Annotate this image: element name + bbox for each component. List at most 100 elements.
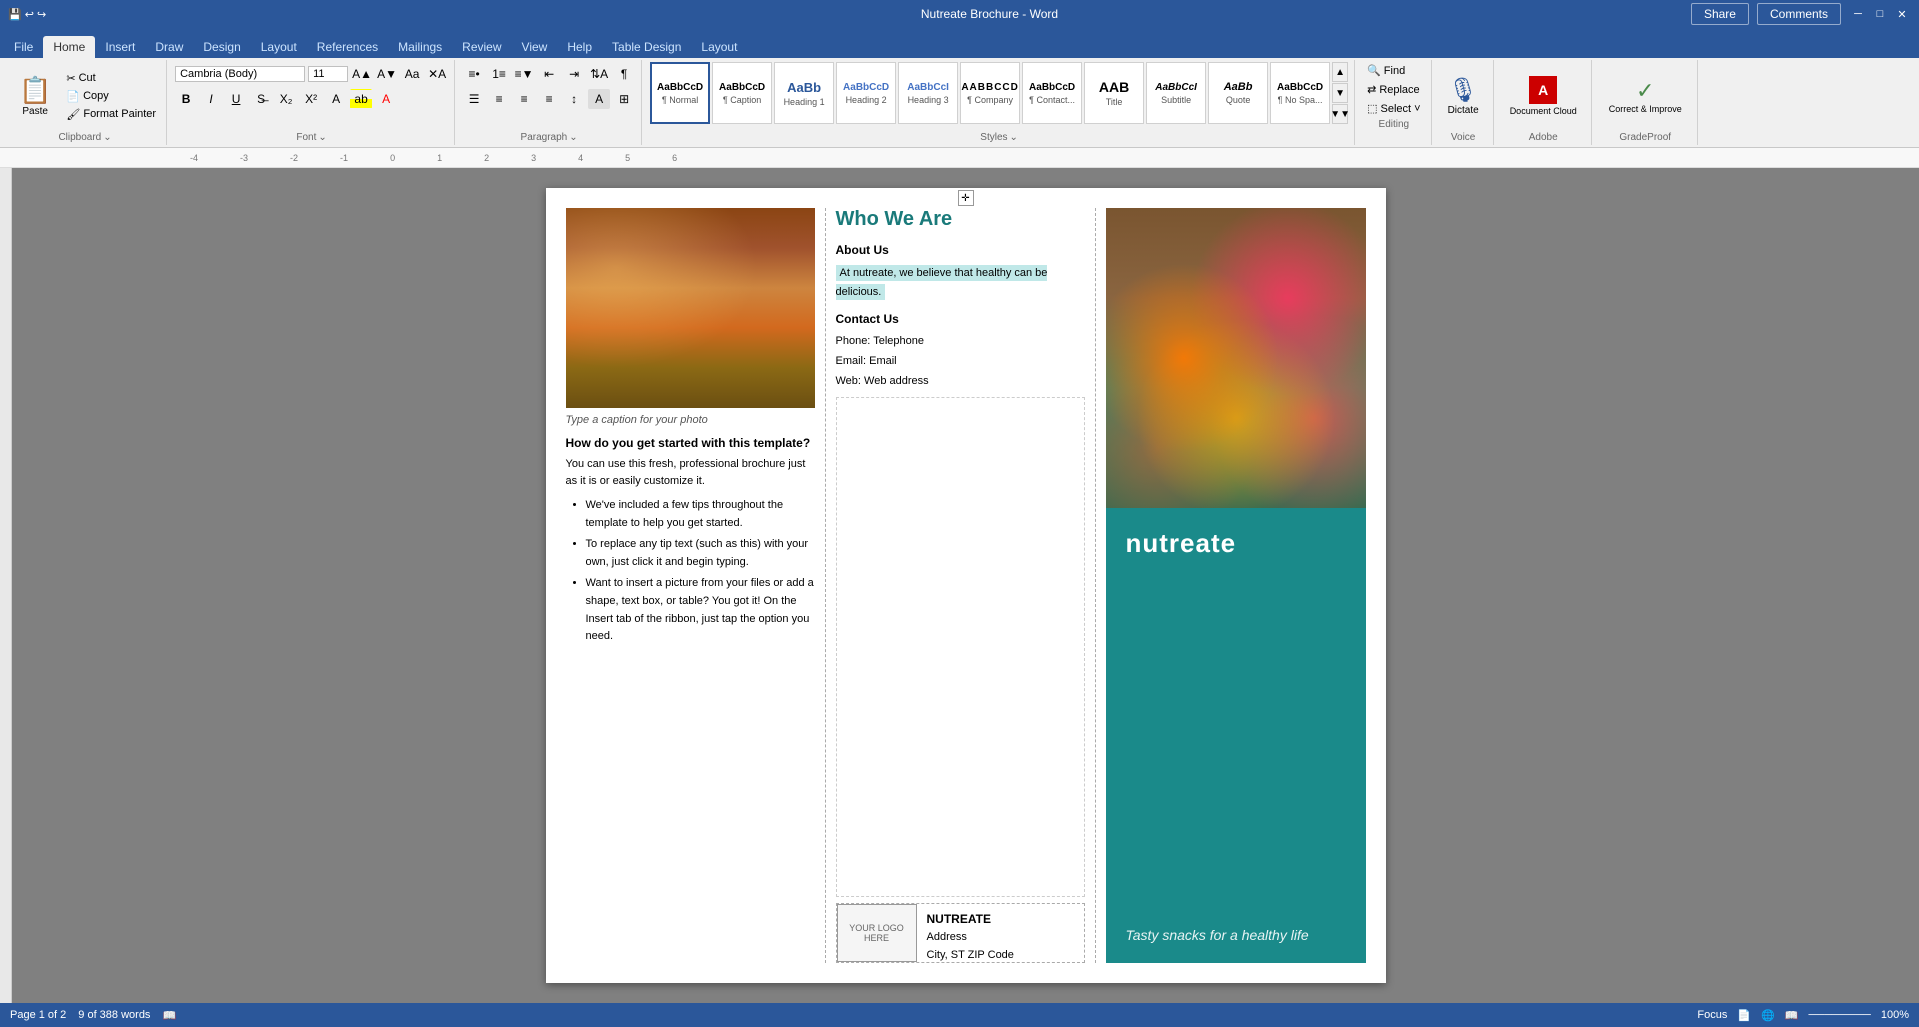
tab-file[interactable]: File xyxy=(4,36,43,58)
document-cloud-button[interactable]: A Document Cloud xyxy=(1502,72,1585,120)
tab-layout[interactable]: Layout xyxy=(251,36,307,58)
styles-scroll-up[interactable]: ▲ xyxy=(1332,62,1348,82)
multilevel-list-button[interactable]: ≡▼ xyxy=(513,64,535,84)
decrease-indent-button[interactable]: ⇤ xyxy=(538,64,560,84)
about-text[interactable]: At nutreate, we believe that healthy can… xyxy=(836,263,1085,300)
style-heading3[interactable]: AaBbCcI Heading 3 xyxy=(898,62,958,124)
replace-button[interactable]: ⇄ Replace xyxy=(1363,81,1424,98)
italic-button[interactable]: I xyxy=(200,89,222,109)
view-web-icon[interactable]: 🌐 xyxy=(1761,1009,1775,1022)
tab-mailings[interactable]: Mailings xyxy=(388,36,452,58)
brand-name[interactable]: nutreate xyxy=(1126,528,1346,559)
subscript-button[interactable]: X₂ xyxy=(275,89,297,109)
numbering-button[interactable]: 1≡ xyxy=(488,64,510,84)
about-us-heading[interactable]: About Us xyxy=(836,243,1085,257)
font-name-select[interactable] xyxy=(175,66,305,82)
style-heading1[interactable]: AaBb Heading 1 xyxy=(774,62,834,124)
tab-home[interactable]: Home xyxy=(43,36,95,58)
sort-button[interactable]: ⇅A xyxy=(588,64,610,84)
text-effects-button[interactable]: A xyxy=(325,89,347,109)
styles-expand[interactable]: ▼▼ xyxy=(1332,104,1348,124)
style-subtitle[interactable]: AaBbCcI Subtitle xyxy=(1146,62,1206,124)
tab-references[interactable]: References xyxy=(307,36,388,58)
close-button[interactable]: ✕ xyxy=(1893,7,1911,21)
bullet-item-3[interactable]: Want to insert a picture from your files… xyxy=(586,575,815,645)
find-button[interactable]: 🔍 Find xyxy=(1363,62,1424,79)
style-no-space[interactable]: AaBbCcD ¶ No Spa... xyxy=(1270,62,1330,124)
who-we-are-heading[interactable]: Who We Are xyxy=(836,208,1085,231)
zoom-slider[interactable]: ──────── xyxy=(1809,1009,1871,1021)
canvas-area[interactable]: ✛ Type a caption for your photo How do y… xyxy=(12,168,1919,1003)
font-grow-button[interactable]: A▲ xyxy=(351,64,373,84)
template-intro[interactable]: You can use this fresh, professional bro… xyxy=(566,456,815,489)
borders-button[interactable]: ⊞ xyxy=(613,89,635,109)
clear-format-button[interactable]: ✕A xyxy=(426,64,448,84)
address-line[interactable]: Address xyxy=(927,929,1074,947)
copy-button[interactable]: 📄 Copy xyxy=(62,88,160,105)
phone-info[interactable]: Phone: Telephone xyxy=(836,332,1085,352)
company-name[interactable]: NUTREATE xyxy=(927,910,1074,929)
contact-us-heading[interactable]: Contact Us xyxy=(836,312,1085,326)
bold-button[interactable]: B xyxy=(175,89,197,109)
tab-layout2[interactable]: Layout xyxy=(691,36,747,58)
tab-draw[interactable]: Draw xyxy=(145,36,193,58)
style-contact[interactable]: AaBbCcD ¶ Contact... xyxy=(1022,62,1082,124)
align-left-button[interactable]: ☰ xyxy=(463,89,485,109)
format-painter-button[interactable]: 🖌 Format Painter xyxy=(62,106,160,123)
style-heading2[interactable]: AaBbCcD Heading 2 xyxy=(836,62,896,124)
show-marks-button[interactable]: ¶ xyxy=(613,64,635,84)
dictate-button[interactable]: 🎙 Dictate xyxy=(1440,72,1487,120)
bullet-item-1[interactable]: We've included a few tips throughout the… xyxy=(586,497,815,532)
tab-review[interactable]: Review xyxy=(452,36,511,58)
view-print-icon[interactable]: 📄 xyxy=(1737,1009,1751,1022)
tab-view[interactable]: View xyxy=(512,36,558,58)
style-title[interactable]: AAB Title xyxy=(1084,62,1144,124)
style-normal[interactable]: AaBbCcD ¶ Normal xyxy=(650,62,710,124)
change-case-button[interactable]: Aa xyxy=(401,64,423,84)
underline-button[interactable]: U xyxy=(225,89,247,109)
strikethrough-button[interactable]: S̶ xyxy=(250,89,272,109)
font-size-select[interactable] xyxy=(308,66,348,82)
text-highlight-button[interactable]: ab xyxy=(350,89,372,109)
correct-improve-button[interactable]: ✓ Correct & Improve xyxy=(1600,73,1691,119)
select-button[interactable]: ⬚ Select ˅ xyxy=(1363,100,1424,117)
tab-design[interactable]: Design xyxy=(193,36,250,58)
template-question[interactable]: How do you get started with this templat… xyxy=(566,436,815,450)
tab-help[interactable]: Help xyxy=(557,36,602,58)
bullets-button[interactable]: ≡• xyxy=(463,64,485,84)
align-center-button[interactable]: ≡ xyxy=(488,89,510,109)
superscript-button[interactable]: X² xyxy=(300,89,322,109)
tab-table-design[interactable]: Table Design xyxy=(602,36,691,58)
web-info[interactable]: Web: Web address xyxy=(836,372,1085,392)
table-move-handle[interactable]: ✛ xyxy=(958,190,974,206)
align-right-button[interactable]: ≡ xyxy=(513,89,535,109)
line-spacing-button[interactable]: ↕ xyxy=(563,89,585,109)
style-caption[interactable]: AaBbCcD ¶ Caption xyxy=(712,62,772,124)
styles-scroll-down[interactable]: ▼ xyxy=(1332,83,1348,103)
cut-button[interactable]: ✂ Cut xyxy=(62,70,160,87)
style-quote[interactable]: AaBb Quote xyxy=(1208,62,1268,124)
shading-button[interactable]: A xyxy=(588,89,610,109)
bullet-item-2[interactable]: To replace any tip text (such as this) w… xyxy=(586,536,815,571)
logo-placeholder[interactable]: YOUR LOGO HERE xyxy=(837,904,917,962)
brand-tagline[interactable]: Tasty snacks for a healthy life xyxy=(1126,927,1346,943)
styles-expand-icon[interactable]: ⌄ xyxy=(1010,132,1018,143)
font-color-button[interactable]: A xyxy=(375,89,397,109)
tab-insert[interactable]: Insert xyxy=(95,36,145,58)
focus-label[interactable]: Focus xyxy=(1697,1009,1727,1021)
city-zip-line[interactable]: City, ST ZIP Code xyxy=(927,947,1074,965)
font-shrink-button[interactable]: A▼ xyxy=(376,64,398,84)
justify-button[interactable]: ≡ xyxy=(538,89,560,109)
comments-button[interactable]: Comments xyxy=(1757,3,1841,25)
restore-button[interactable]: □ xyxy=(1871,7,1889,21)
view-read-icon[interactable]: 📖 xyxy=(1785,1009,1799,1022)
clipboard-expand-icon[interactable]: ⌄ xyxy=(103,132,111,143)
email-info[interactable]: Email: Email xyxy=(836,352,1085,372)
paste-button[interactable]: 📋 Paste xyxy=(10,70,60,122)
paragraph-expand-icon[interactable]: ⌄ xyxy=(569,132,577,143)
about-text-highlighted[interactable]: At nutreate, we believe that healthy can… xyxy=(836,265,1048,300)
share-button[interactable]: Share xyxy=(1691,3,1749,25)
style-company[interactable]: AABBCCD ¶ Company xyxy=(960,62,1020,124)
increase-indent-button[interactable]: ⇥ xyxy=(563,64,585,84)
minimize-button[interactable]: ─ xyxy=(1849,7,1867,21)
